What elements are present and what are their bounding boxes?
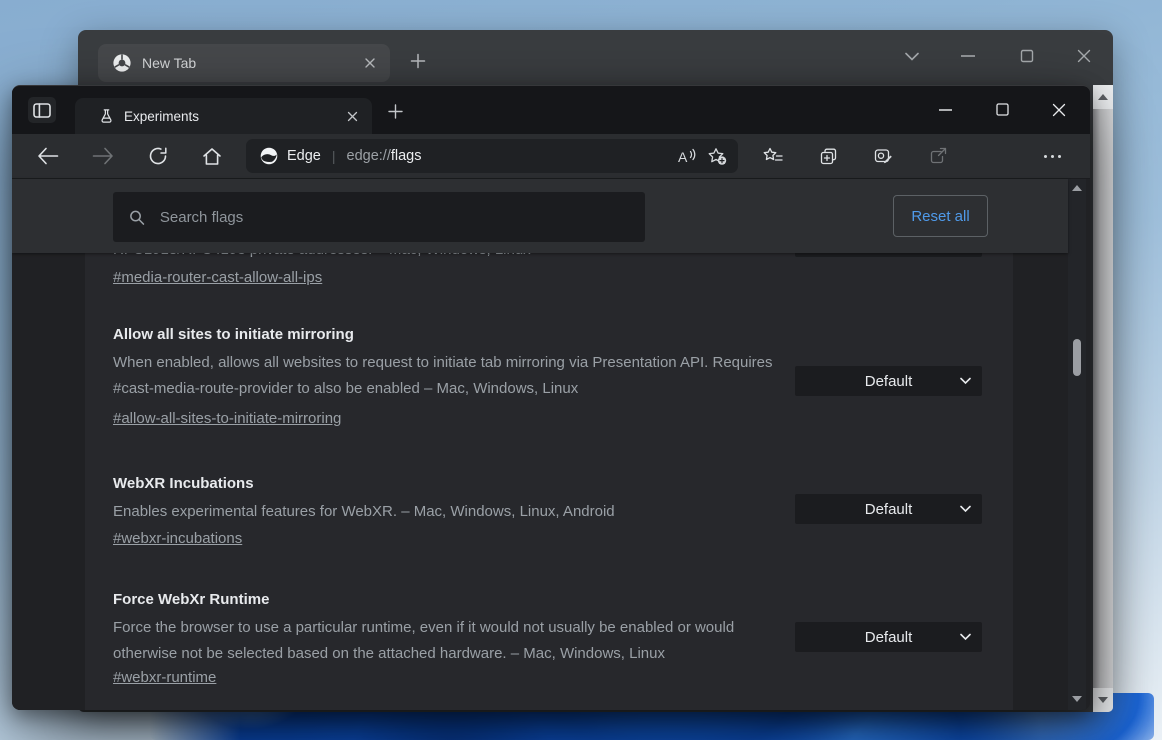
address-separator: | (332, 148, 336, 164)
tab-experiments[interactable]: Experiments (75, 98, 372, 134)
background-new-tab-button[interactable] (405, 48, 431, 74)
scrollbar-thumb[interactable] (1073, 339, 1081, 376)
flag-permalink[interactable]: #webxr-runtime (113, 667, 216, 689)
close-tab-icon[interactable] (347, 111, 358, 122)
new-tab-button[interactable] (382, 98, 408, 124)
back-button[interactable] (33, 141, 63, 171)
svg-text:A: A (678, 149, 688, 165)
flag-dropdown[interactable]: Default (795, 366, 982, 396)
page-scrollbar[interactable] (1068, 179, 1086, 710)
read-aloud-button[interactable]: A (672, 141, 702, 171)
tab-search-button[interactable] (892, 38, 932, 74)
flag-permalink[interactable]: #webxr-incubations (113, 528, 242, 550)
favorites-button[interactable] (758, 141, 788, 171)
scroll-up-arrow[interactable] (1072, 185, 1082, 191)
partial-flag-permalink[interactable]: #media-router-cast-allow-all-ips (113, 267, 322, 289)
desktop: New Tab (0, 0, 1162, 740)
flag-title: Force WebXr Runtime (113, 589, 775, 611)
collections-button[interactable] (813, 141, 843, 171)
site-brand: Edge (287, 148, 321, 164)
chevron-down-icon (960, 505, 971, 513)
flag-dropdown-value: Default (865, 373, 913, 390)
background-maximize-button[interactable] (1007, 38, 1047, 74)
search-icon (129, 209, 145, 226)
tab-title: Experiments (124, 109, 347, 124)
flag-description: Enables experimental features for WebXR.… (113, 499, 775, 525)
close-tab-icon[interactable] (364, 57, 376, 69)
toolbar: Edge | edge:// flags A (12, 134, 1090, 179)
chevron-down-icon (960, 377, 971, 385)
background-close-button[interactable] (1064, 38, 1104, 74)
flags-page: RFC1918/RFC4193 private addresses. – Mac… (12, 179, 1090, 710)
web-capture-button[interactable] (868, 141, 898, 171)
background-tab-title: New Tab (142, 55, 364, 71)
chevron-down-icon (960, 633, 971, 641)
flag-description: When enabled, allows all websites to req… (113, 350, 775, 402)
flags-search-header: Reset all (12, 179, 1068, 253)
close-button[interactable] (1036, 86, 1082, 133)
url-path: flags (391, 148, 422, 164)
flag-dropdown[interactable]: Default (795, 622, 982, 652)
minimize-button[interactable] (922, 86, 968, 133)
flag-permalink[interactable]: #allow-all-sites-to-initiate-mirroring (113, 408, 341, 430)
add-favorite-button[interactable] (702, 141, 732, 171)
share-button[interactable] (923, 141, 953, 171)
forward-button[interactable] (88, 141, 118, 171)
edge-logo-icon (260, 147, 278, 165)
home-button[interactable] (197, 141, 227, 171)
edge-browser-window: Experiments (12, 85, 1090, 710)
refresh-button[interactable] (143, 141, 173, 171)
search-flags-input[interactable] (158, 208, 629, 227)
flags-content-column: RFC1918/RFC4193 private addresses. – Mac… (85, 179, 1013, 710)
flag-dropdown[interactable]: Default (795, 494, 982, 524)
flag-title: WebXR Incubations (113, 473, 775, 495)
maximize-button[interactable] (979, 86, 1025, 133)
flag-title: Allow all sites to initiate mirroring (113, 324, 775, 346)
settings-and-more-button[interactable] (1037, 141, 1067, 171)
reset-all-button[interactable]: Reset all (893, 195, 988, 237)
address-bar[interactable]: Edge | edge:// flags A (246, 139, 738, 173)
flag-dropdown-value: Default (865, 501, 913, 518)
ellipsis-icon (1044, 155, 1061, 158)
flag-description: Force the browser to use a particular ru… (113, 615, 775, 667)
tab-bar: Experiments (12, 86, 1090, 134)
url-scheme: edge:// (347, 148, 391, 164)
flag-dropdown-value: Default (865, 629, 913, 646)
browser-logo-icon (112, 53, 132, 73)
background-minimize-button[interactable] (948, 38, 988, 74)
scroll-up-button[interactable] (1093, 85, 1113, 109)
flask-icon (99, 108, 114, 124)
background-window-scrollbar[interactable] (1093, 85, 1113, 712)
tab-actions-menu-button[interactable] (28, 97, 56, 123)
scroll-down-button[interactable] (1093, 688, 1113, 712)
background-tab[interactable]: New Tab (98, 44, 390, 82)
scroll-down-arrow[interactable] (1072, 696, 1082, 702)
search-flags-box[interactable] (113, 192, 645, 242)
